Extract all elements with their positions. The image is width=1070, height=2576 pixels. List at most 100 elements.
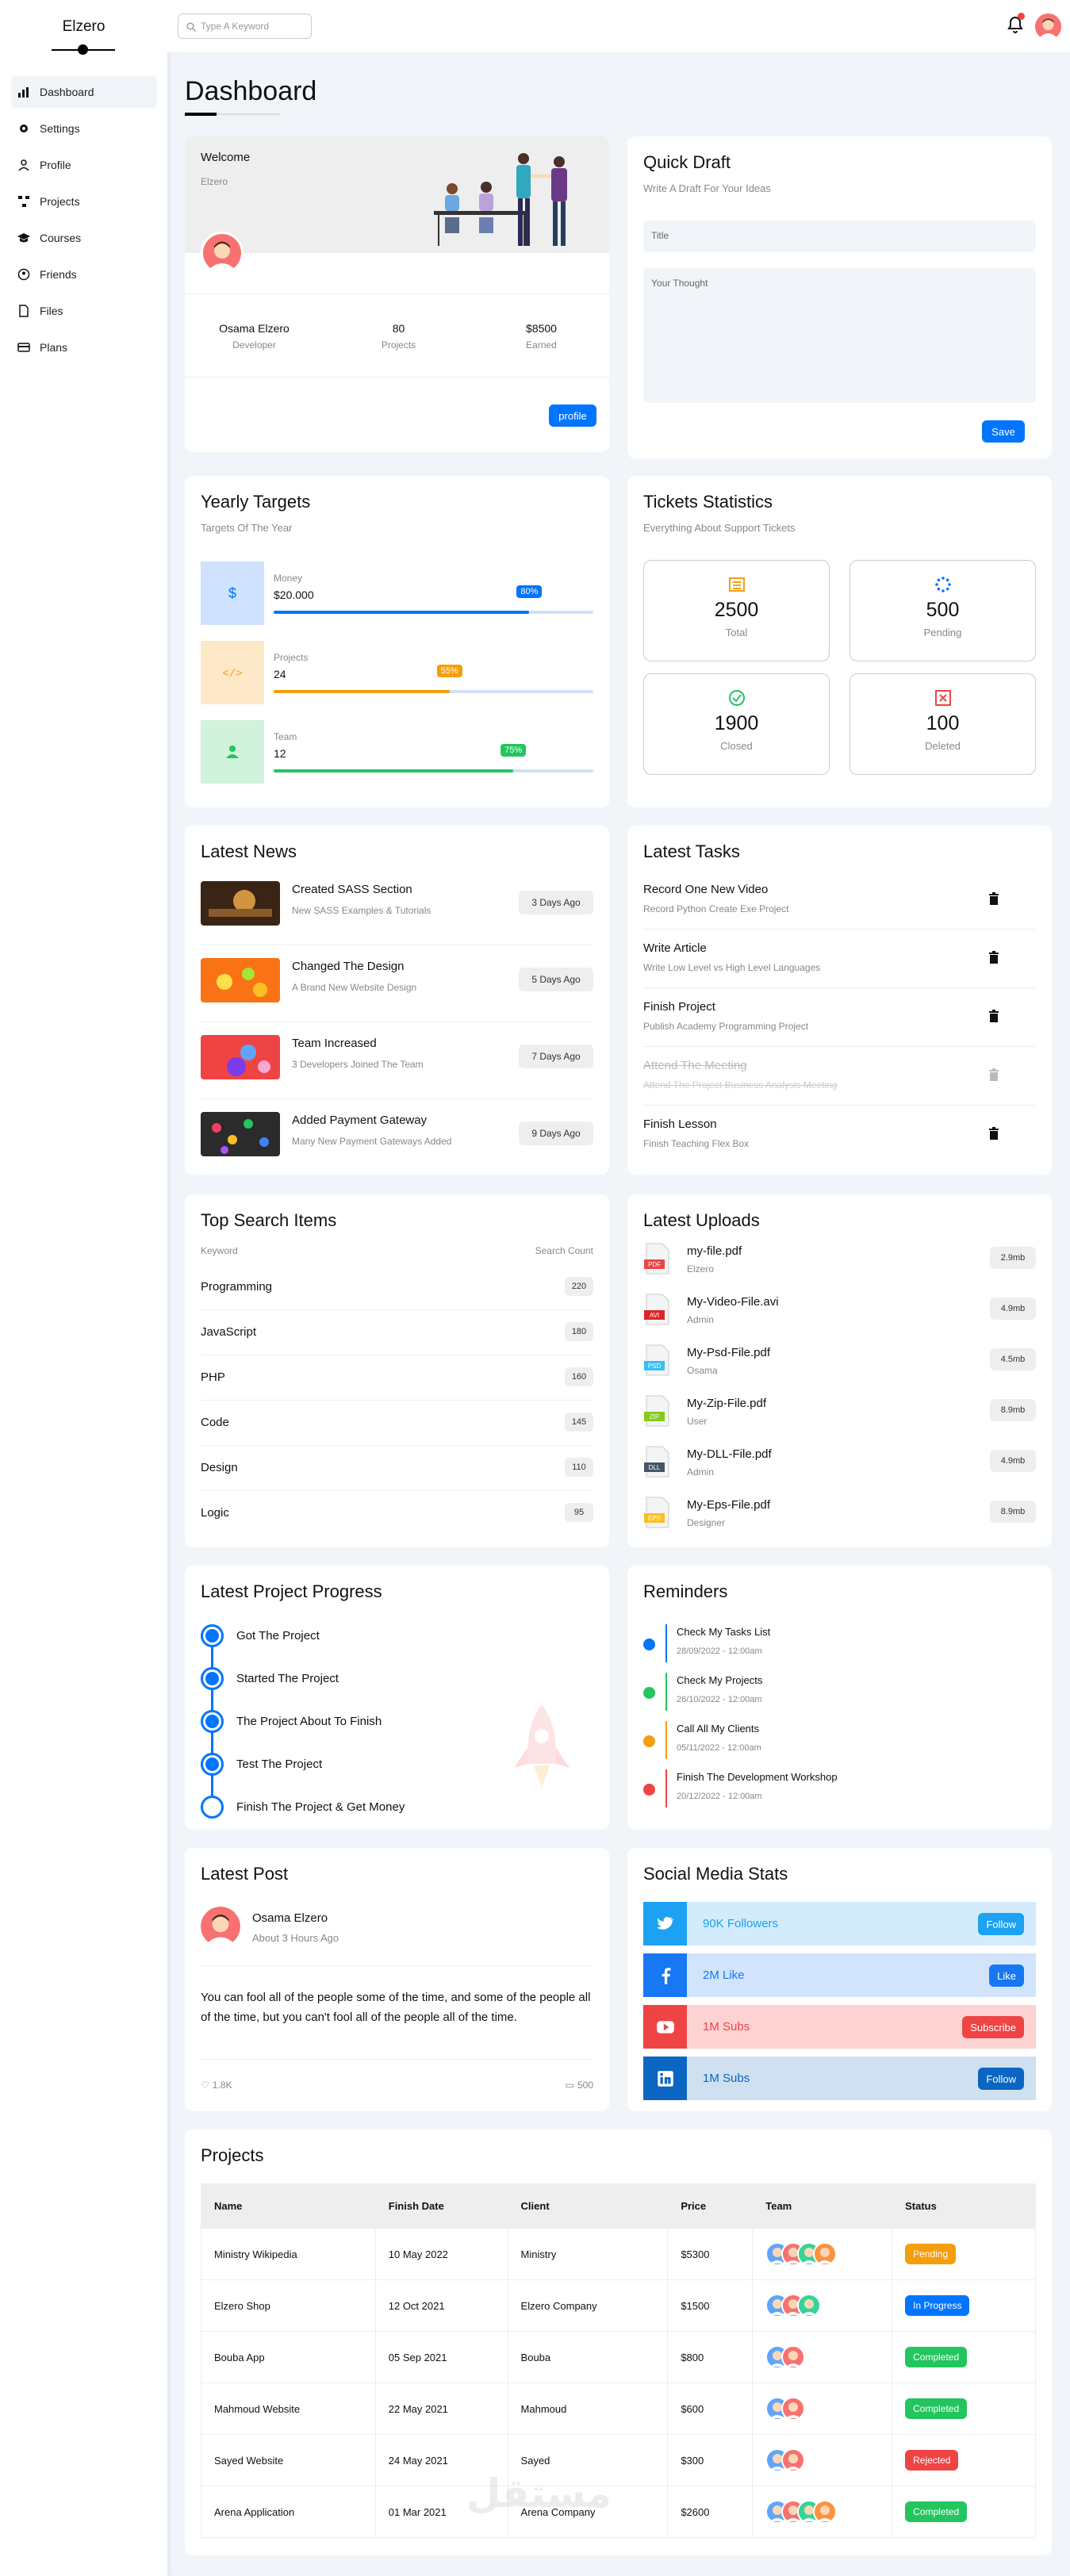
avatar[interactable]	[1035, 13, 1061, 40]
status-badge: In Progress	[905, 2295, 970, 2316]
ticket-stat-total: 2500 Total	[643, 560, 830, 661]
rocket-icon	[514, 1704, 570, 1788]
search-input[interactable]: Type A Keyword	[178, 13, 312, 39]
progress-step-label: The Project About To Finish	[236, 1715, 382, 1728]
latest-post-card: Latest Post Osama Elzero About 3 Hours A…	[185, 1848, 609, 2111]
news-title[interactable]: Created SASS Section	[292, 883, 412, 896]
task-divider	[643, 1105, 1036, 1106]
post-likes[interactable]: ♡ 1.8K	[201, 2080, 232, 2091]
sidebar-item-courses[interactable]: Courses	[11, 222, 157, 254]
social-youtube-button[interactable]: Subscribe	[962, 2016, 1024, 2038]
upload-size-badge: 4.9mb	[990, 1298, 1036, 1320]
reminder-bar	[665, 1673, 667, 1711]
sidebar-item-files[interactable]: Files	[11, 295, 157, 327]
comment-icon: ▭	[565, 2080, 574, 2091]
cell-date: 10 May 2022	[374, 2228, 508, 2280]
youtube-icon	[643, 2005, 687, 2049]
latest-tasks-card: Latest Tasks Record One New Video Record …	[627, 826, 1052, 1175]
task-desc: Attend The Project Business Analysis Mee…	[643, 1079, 838, 1091]
upload-file-name[interactable]: My-Zip-File.pdf	[687, 1397, 766, 1410]
draft-title-field[interactable]: Title	[643, 220, 1036, 252]
team-avatar[interactable]	[813, 2500, 838, 2524]
social-linkedin-row: 1M Subs Follow	[643, 2057, 1036, 2100]
search-count-badge: 160	[565, 1367, 593, 1386]
sidebar-item-dashboard[interactable]: Dashboard	[11, 76, 157, 108]
profile-button[interactable]: profile	[549, 404, 596, 427]
search-divider	[201, 1309, 593, 1310]
user-icon	[17, 159, 40, 171]
sidebar-item-label: Profile	[40, 159, 71, 171]
upload-file-name[interactable]: My-Eps-File.pdf	[687, 1498, 770, 1512]
cell-client: Mahmoud	[507, 2382, 669, 2435]
top-search-title: Top Search Items	[201, 1210, 337, 1230]
search-divider	[201, 1400, 593, 1401]
social-twitter-button[interactable]: Follow	[978, 1913, 1024, 1935]
news-desc: Many New Payment Gateways Added	[292, 1136, 452, 1147]
progress-step-label: Got The Project	[236, 1629, 320, 1643]
news-desc: A Brand New Website Design	[292, 982, 417, 993]
trash-icon[interactable]	[988, 1127, 999, 1144]
sidebar-item-label: Courses	[40, 232, 82, 244]
news-title[interactable]: Team Increased	[292, 1037, 377, 1050]
search-divider	[201, 1445, 593, 1446]
team-avatar[interactable]	[781, 2448, 806, 2472]
upload-user: User	[687, 1416, 708, 1427]
sidebar-item-label: Settings	[40, 122, 80, 135]
project-progress-title: Latest Project Progress	[201, 1581, 382, 1601]
table-header-name: Name	[201, 2183, 376, 2229]
news-title[interactable]: Added Payment Gateway	[292, 1114, 427, 1127]
upload-file-name[interactable]: My-DLL-File.pdf	[687, 1447, 772, 1461]
cell-name: Elzero Shop	[201, 2279, 376, 2332]
post-author-avatar[interactable]	[201, 1907, 240, 1946]
news-title[interactable]: Changed The Design	[292, 960, 405, 973]
news-image[interactable]	[201, 1112, 280, 1156]
social-facebook-button[interactable]: Like	[989, 1965, 1024, 1987]
draft-body-field[interactable]: Your Thought	[643, 268, 1036, 403]
progress-step-pending	[201, 1796, 224, 1819]
trash-icon[interactable]	[988, 1010, 999, 1026]
sidebar-item-plans[interactable]: Plans	[11, 332, 157, 363]
social-facebook-row: 2M Like Like	[643, 1953, 1036, 1997]
welcome-avatar[interactable]	[201, 232, 244, 274]
post-comments[interactable]: ▭ 500	[566, 2080, 593, 2091]
topbar: Type A Keyword	[167, 0, 1070, 52]
trash-icon[interactable]	[988, 892, 999, 909]
table-row: Elzero Shop 12 Oct 2021 Elzero Company $150…	[201, 2279, 1036, 2332]
ticket-stat-value: 100	[926, 712, 960, 734]
x-square-icon	[850, 688, 1035, 707]
spinner-icon	[850, 575, 1035, 594]
sidebar-item-projects[interactable]: Projects	[11, 186, 157, 217]
team-avatar[interactable]	[813, 2242, 838, 2266]
team-avatar[interactable]	[781, 2345, 806, 2369]
reminder-dot	[643, 1639, 655, 1650]
welcome-card: Welcome Elzero Osama Elzero Developer 80…	[185, 136, 609, 452]
upload-file-name[interactable]: My-Video-File.avi	[687, 1295, 779, 1309]
table-header-team: Team	[752, 2183, 893, 2229]
target-label: Money	[274, 573, 303, 584]
target-label: Team	[274, 731, 297, 742]
upload-file-name[interactable]: my-file.pdf	[687, 1244, 742, 1258]
brand-logo[interactable]: Elzero	[0, 18, 167, 36]
svg-text:ZIP: ZIP	[650, 1413, 659, 1420]
user-icon	[201, 720, 264, 784]
sidebar-item-label: Dashboard	[40, 86, 94, 98]
news-image[interactable]	[201, 958, 280, 1002]
news-age-badge: 5 Days Ago	[519, 968, 593, 991]
team-avatar[interactable]	[797, 2294, 822, 2317]
post-divider-top	[201, 1965, 593, 1966]
news-image[interactable]	[201, 881, 280, 926]
social-linkedin-button[interactable]: Follow	[978, 2068, 1024, 2090]
news-image[interactable]	[201, 1035, 280, 1079]
target-percent: 55%	[436, 665, 462, 677]
cell-price: $800	[667, 2331, 754, 2383]
sidebar-item-profile[interactable]: Profile	[11, 149, 157, 181]
sidebar-item-friends[interactable]: Friends	[11, 259, 157, 290]
upload-file-name[interactable]: My-Psd-File.pdf	[687, 1346, 770, 1359]
sidebar-item-settings[interactable]: Settings	[11, 113, 157, 144]
team-avatar[interactable]	[781, 2397, 806, 2421]
save-button[interactable]: Save	[982, 420, 1025, 443]
search-divider	[201, 1490, 593, 1491]
trash-icon[interactable]	[988, 1068, 999, 1085]
trash-icon[interactable]	[988, 951, 999, 968]
social-twitter-row: 90K Followers Follow	[643, 1902, 1036, 1945]
